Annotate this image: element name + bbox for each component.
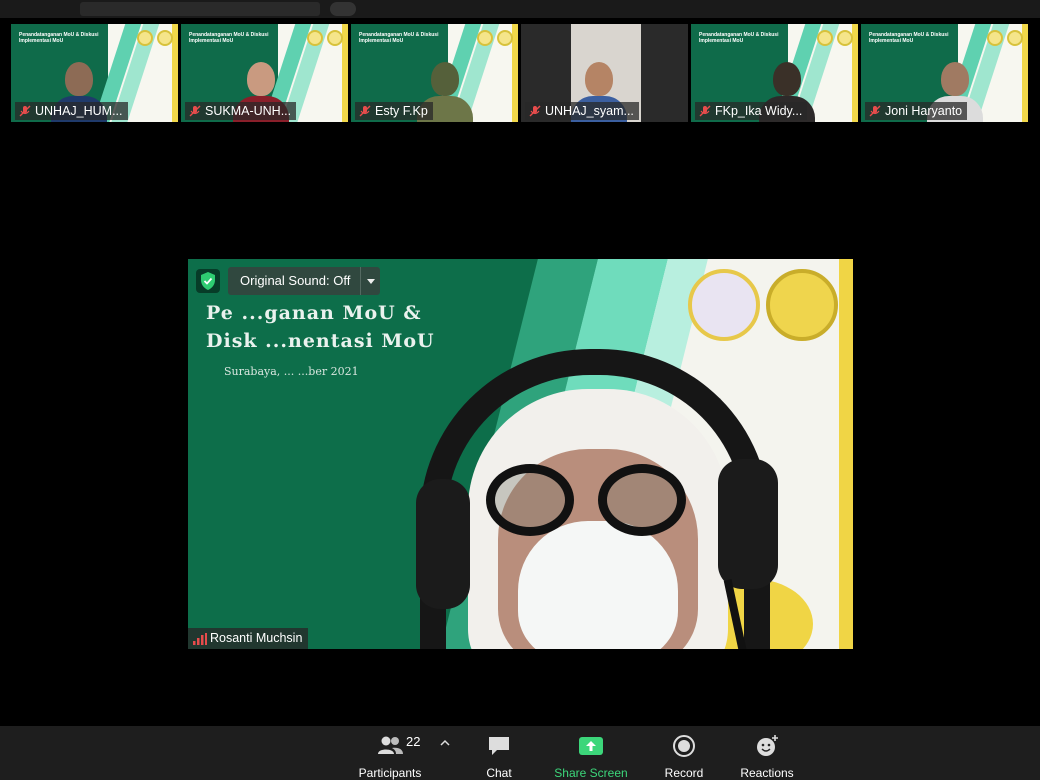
gallery-strip: Penandatanganan MoU & Diskusi Implementa… xyxy=(0,20,1040,123)
participant-name-tag: Joni Haryanto xyxy=(865,102,968,120)
slide-subtitle: Surabaya, ... ...ber 2021 xyxy=(224,365,359,378)
speaker-name: Rosanti Muchsin xyxy=(210,631,303,645)
slide-edge xyxy=(839,259,853,649)
slide-title-line: Disk ...nentasi MoU xyxy=(206,330,435,352)
gallery-tile[interactable]: Penandatanganan MoU & Diskusi Implementa… xyxy=(861,24,1028,122)
mic-muted-icon xyxy=(529,105,541,117)
emoji-plus-icon xyxy=(753,732,781,760)
logo-seal-icon xyxy=(497,30,513,46)
participant-name-tag: Esty F.Kp xyxy=(355,102,433,120)
participant-name-tag: FKp_Ika Widy... xyxy=(695,102,808,120)
chat-label: Chat xyxy=(486,766,512,780)
logo-seal-icon xyxy=(137,30,153,46)
gallery-tile[interactable]: Penandatanganan MoU & Diskusi Implementa… xyxy=(351,24,518,122)
record-icon xyxy=(670,732,698,760)
logo-seal-icon xyxy=(477,30,493,46)
gallery-tile[interactable]: Penandatanganan MoU & Diskusi Implementa… xyxy=(11,24,178,122)
participant-name: Esty F.Kp xyxy=(375,104,428,118)
slide-title: Pe ...ganan MoU & Disk ...nentasi MoU xyxy=(206,299,435,355)
chevron-up-icon[interactable] xyxy=(440,738,450,748)
share-screen-label: Share Screen xyxy=(554,766,628,780)
meeting-toolbar: Participants 22 Chat Share Screen Record xyxy=(0,726,1040,780)
university-seal-icon xyxy=(688,269,760,341)
mic-muted-icon xyxy=(189,105,201,117)
share-screen-button[interactable]: Share Screen xyxy=(552,726,630,780)
logo-seal-icon xyxy=(1007,30,1023,46)
participants-label: Participants xyxy=(358,766,422,780)
participants-count-badge: 22 xyxy=(406,734,421,749)
participant-name-tag: UNHAJ_HUM... xyxy=(15,102,128,120)
logo-seal-icon xyxy=(157,30,173,46)
gallery-tile[interactable]: Penandatanganan MoU & Diskusi Implementa… xyxy=(181,24,348,122)
window-top-strip xyxy=(0,0,1040,18)
headset-earcup xyxy=(416,479,470,609)
logo-seal-icon xyxy=(987,30,1003,46)
university-seal-icon xyxy=(766,269,838,341)
participant-name-tag: SUKMA-UNH... xyxy=(185,102,297,120)
logo-seal-icon xyxy=(327,30,343,46)
record-label: Record xyxy=(664,766,704,780)
slide-title: Penandatanganan MoU & Diskusi Implementa… xyxy=(189,32,269,44)
mic-muted-icon xyxy=(359,105,371,117)
mic-muted-icon xyxy=(699,105,711,117)
logo-seal-icon xyxy=(307,30,323,46)
share-screen-icon xyxy=(577,732,605,760)
slide-title: Penandatanganan MoU & Diskusi Implementa… xyxy=(699,32,779,44)
original-sound-control: Original Sound: Off xyxy=(228,267,381,295)
participants-icon xyxy=(376,732,404,760)
speaker-name-tag: Rosanti Muchsin xyxy=(188,628,309,649)
slide-title: Penandatanganan MoU & Diskusi Implementa… xyxy=(869,32,949,44)
reactions-label: Reactions xyxy=(740,766,794,780)
signal-bars-icon xyxy=(193,633,207,645)
participant-name: FKp_Ika Widy... xyxy=(715,104,803,118)
logo-seal-icon xyxy=(837,30,853,46)
chat-button[interactable]: Chat xyxy=(474,726,524,780)
mic-muted-icon xyxy=(19,105,31,117)
chevron-down-icon[interactable] xyxy=(360,267,381,295)
slide-title: Penandatanganan MoU & Diskusi Implementa… xyxy=(359,32,439,44)
chat-icon xyxy=(485,732,513,760)
participant-name: UNHAJ_syam... xyxy=(545,104,634,118)
security-shield-icon[interactable] xyxy=(196,269,220,293)
headset-earcup xyxy=(718,459,778,589)
slide-title-line: Pe ...ganan MoU & xyxy=(206,302,422,324)
active-speaker-video[interactable]: Pe ...ganan MoU & Disk ...nentasi MoU Su… xyxy=(188,259,853,649)
participant-name-tag: UNHAJ_syam... xyxy=(525,102,639,120)
original-sound-button[interactable]: Original Sound: Off xyxy=(228,267,361,295)
participant-name: UNHAJ_HUM... xyxy=(35,104,123,118)
logo-seal-icon xyxy=(817,30,833,46)
gallery-tile[interactable]: UNHAJ_syam... xyxy=(521,24,688,122)
zoom-meeting-window: Penandatanganan MoU & Diskusi Implementa… xyxy=(0,0,1040,780)
participant-name: Joni Haryanto xyxy=(885,104,963,118)
top-bar-field xyxy=(80,2,320,16)
record-button[interactable]: Record xyxy=(658,726,710,780)
top-bar-button xyxy=(330,2,356,16)
reactions-button[interactable]: Reactions xyxy=(736,726,798,780)
slide-title: Penandatanganan MoU & Diskusi Implementa… xyxy=(19,32,99,44)
gallery-tile[interactable]: Penandatanganan MoU & Diskusi Implementa… xyxy=(691,24,858,122)
mic-muted-icon xyxy=(869,105,881,117)
participant-name: SUKMA-UNH... xyxy=(205,104,292,118)
